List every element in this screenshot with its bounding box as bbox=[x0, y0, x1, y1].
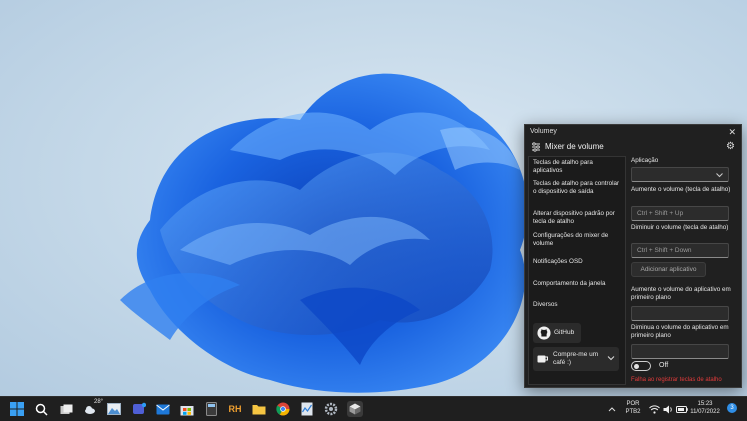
chrome-app[interactable] bbox=[275, 401, 291, 417]
volumey-taskbar-app[interactable] bbox=[347, 401, 363, 417]
fg-up-label: Aumente o volume do aplicativo em primei… bbox=[631, 286, 731, 301]
speaker-icon[interactable] bbox=[662, 401, 674, 417]
fg-vol-up-field[interactable] bbox=[631, 306, 729, 321]
tray-overflow-button[interactable] bbox=[604, 401, 620, 417]
github-icon bbox=[537, 326, 551, 340]
settings-nav: Teclas de atalho para aplicativos Teclas… bbox=[528, 156, 626, 385]
clock[interactable]: 15:23 11/07/2022 bbox=[690, 400, 720, 416]
task-view-button[interactable] bbox=[58, 401, 74, 417]
calculator-icon bbox=[205, 402, 217, 416]
photos-icon bbox=[107, 403, 121, 415]
close-icon[interactable]: ✕ bbox=[728, 125, 736, 139]
wifi-icon[interactable] bbox=[648, 401, 660, 417]
toggle-knob bbox=[634, 364, 639, 369]
mail-app[interactable] bbox=[155, 401, 171, 417]
volumey-window: Volumey ✕ Mixer de volume ⚙ Teclas de at… bbox=[524, 124, 742, 388]
vol-up-label: Aumente o volume (tecla de atalho) bbox=[631, 186, 731, 193]
vol-down-hotkey-field[interactable] bbox=[631, 243, 729, 258]
photos-app[interactable] bbox=[106, 401, 122, 417]
battery-level-icon bbox=[676, 405, 688, 413]
coffee-cup-icon bbox=[537, 355, 548, 363]
chevron-down-icon bbox=[716, 173, 723, 178]
header-title: Mixer de volume bbox=[545, 142, 604, 151]
weather-temperature: 28° bbox=[94, 399, 104, 405]
nav-item-default-device[interactable]: Alterar dispositivo padrão por tecla de … bbox=[533, 210, 623, 226]
volume-icon bbox=[663, 405, 672, 413]
rh-app-icon[interactable]: RH bbox=[227, 401, 243, 417]
add-app-button[interactable]: Adicionar aplicativo bbox=[631, 262, 706, 277]
lang-code: POR bbox=[626, 401, 640, 407]
task-view-icon bbox=[60, 404, 72, 414]
notification-badge[interactable]: 3 bbox=[727, 403, 737, 413]
input-language[interactable]: POR PTB2 bbox=[622, 400, 644, 416]
file-explorer-app[interactable] bbox=[251, 401, 267, 417]
nav-item-app-hotkeys[interactable]: Teclas de atalho para aplicativos bbox=[533, 159, 623, 175]
chevron-up-icon bbox=[608, 407, 616, 412]
nav-item-osd[interactable]: Notificações OSD bbox=[533, 258, 623, 266]
github-label: GitHub bbox=[554, 329, 575, 336]
folder-icon bbox=[252, 405, 266, 415]
coffee-label: Compre-me um café :) bbox=[553, 351, 599, 366]
app-label: Aplicação bbox=[631, 157, 659, 164]
clock-time: 15:23 bbox=[697, 401, 713, 407]
fg-down-label: Diminua o volume do aplicativo em primei… bbox=[631, 324, 729, 339]
clock-date: 11/07/2022 bbox=[690, 409, 720, 415]
store-bag-icon bbox=[180, 405, 194, 415]
buy-coffee-button[interactable]: Compre-me um café :) bbox=[533, 347, 619, 371]
nav-item-mixer-settings[interactable]: Configurações do mixer de volume bbox=[533, 232, 623, 248]
window-header: Mixer de volume ⚙ bbox=[525, 139, 741, 155]
settings-app[interactable] bbox=[323, 401, 339, 417]
nav-item-window-behavior[interactable]: Comportamento da janela bbox=[533, 280, 623, 288]
nav-item-misc[interactable]: Diversos bbox=[533, 301, 623, 309]
task-manager-icon bbox=[301, 402, 313, 416]
teams-app[interactable] bbox=[131, 401, 147, 417]
window-title: Volumey bbox=[530, 128, 557, 135]
search-icon bbox=[35, 403, 48, 416]
keyboard-layout: PTB2 bbox=[625, 409, 641, 415]
github-button[interactable]: GitHub bbox=[533, 323, 581, 343]
gear-icon[interactable]: ⚙ bbox=[726, 140, 735, 154]
start-button[interactable] bbox=[9, 401, 25, 417]
vol-up-hotkey-field[interactable] bbox=[631, 206, 729, 221]
nav-item-device-hotkeys[interactable]: Teclas de atalho para controlar o dispos… bbox=[533, 180, 623, 196]
toggle-switch[interactable] bbox=[631, 361, 651, 371]
hotkey-warning: Falha ao registrar teclas de atalho bbox=[631, 377, 722, 383]
windows-logo-icon bbox=[10, 402, 24, 416]
taskbar: 28° RH POR PTB2 15:23 11/07/2022 3 bbox=[0, 396, 747, 421]
mail-icon bbox=[156, 404, 170, 414]
gear-icon bbox=[324, 402, 338, 416]
mixer-icon bbox=[532, 142, 540, 152]
store-app[interactable] bbox=[179, 401, 195, 417]
toggle-state-label: Off bbox=[659, 362, 669, 369]
app-task-manager[interactable] bbox=[299, 401, 315, 417]
chevron-down-icon bbox=[607, 356, 615, 361]
chrome-icon bbox=[276, 402, 290, 416]
vol-down-label: Diminuir o volume (tecla de atalho) bbox=[631, 224, 729, 231]
wifi-signal-icon bbox=[648, 404, 660, 414]
battery-icon[interactable] bbox=[676, 401, 688, 417]
search-button[interactable] bbox=[33, 401, 49, 417]
calculator-app[interactable] bbox=[203, 401, 219, 417]
app-select[interactable] bbox=[631, 167, 729, 182]
teams-chat-icon bbox=[133, 402, 146, 414]
fg-vol-down-field[interactable] bbox=[631, 344, 729, 359]
volumey-app-icon bbox=[349, 403, 361, 415]
